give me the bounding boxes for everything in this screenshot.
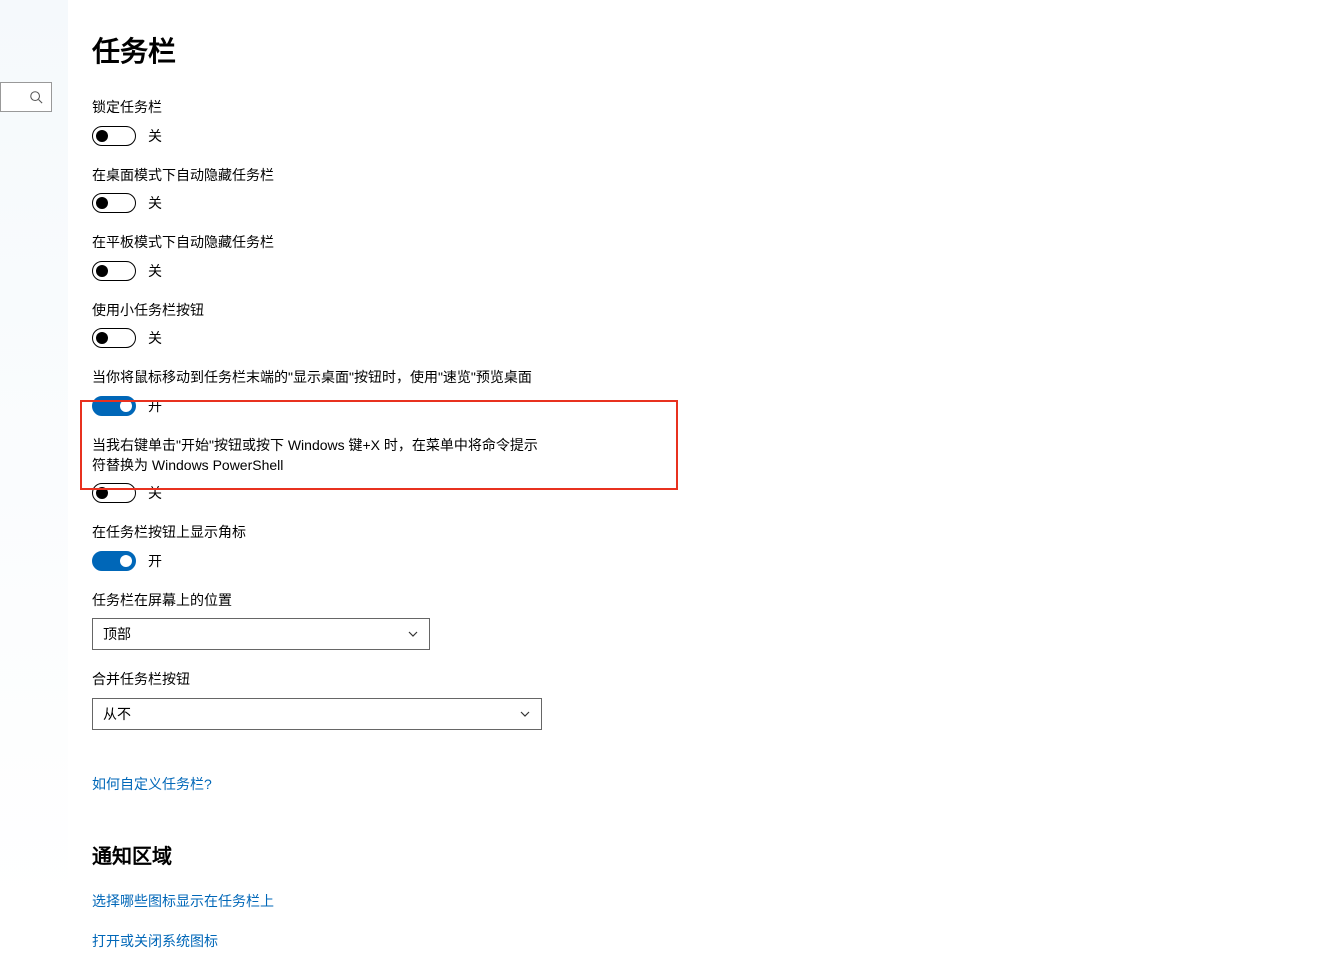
- setting-badges: 在任务栏按钮上显示角标 开: [92, 523, 792, 571]
- setting-label: 任务栏在屏幕上的位置: [92, 591, 542, 611]
- setting-autohide-tablet: 在平板模式下自动隐藏任务栏 关: [92, 233, 792, 281]
- link-customize-taskbar[interactable]: 如何自定义任务栏?: [92, 774, 212, 794]
- setting-position: 任务栏在屏幕上的位置 顶部: [92, 591, 792, 651]
- setting-label: 当你将鼠标移动到任务栏末端的"显示桌面"按钮时，使用"速览"预览桌面: [92, 368, 542, 388]
- toggle-badges[interactable]: [92, 551, 136, 571]
- select-value: 从不: [103, 704, 131, 724]
- section-heading-notification: 通知区域: [92, 840, 792, 869]
- link-system-icons[interactable]: 打开或关闭系统图标: [92, 931, 792, 951]
- settings-sidebar: [0, 0, 68, 911]
- setting-label: 使用小任务栏按钮: [92, 301, 542, 321]
- toggle-peek[interactable]: [92, 396, 136, 416]
- setting-label: 当我右键单击"开始"按钮或按下 Windows 键+X 时，在菜单中将命令提示符…: [92, 436, 542, 475]
- toggle-lock-taskbar[interactable]: [92, 126, 136, 146]
- toggle-state: 关: [148, 328, 162, 348]
- toggle-state: 开: [148, 396, 162, 416]
- toggle-state: 关: [148, 261, 162, 281]
- toggle-autohide-tablet[interactable]: [92, 261, 136, 281]
- toggle-powershell[interactable]: [92, 483, 136, 503]
- select-value: 顶部: [103, 624, 131, 644]
- page-title: 任务栏: [92, 30, 792, 70]
- main-content: 任务栏 锁定任务栏 关 在桌面模式下自动隐藏任务栏 关 在平板模式下自动隐藏任务…: [92, 30, 792, 971]
- setting-lock-taskbar: 锁定任务栏 关: [92, 98, 792, 146]
- search-icon: [29, 90, 43, 104]
- select-combine-buttons[interactable]: 从不: [92, 698, 542, 730]
- search-input[interactable]: [0, 82, 52, 112]
- setting-peek: 当你将鼠标移动到任务栏末端的"显示桌面"按钮时，使用"速览"预览桌面 开: [92, 368, 792, 416]
- toggle-state: 关: [148, 483, 162, 503]
- link-select-icons[interactable]: 选择哪些图标显示在任务栏上: [92, 891, 792, 911]
- setting-small-buttons: 使用小任务栏按钮 关: [92, 301, 792, 349]
- select-taskbar-position[interactable]: 顶部: [92, 618, 430, 650]
- setting-label: 锁定任务栏: [92, 98, 542, 118]
- toggle-state: 关: [148, 193, 162, 213]
- setting-label: 在平板模式下自动隐藏任务栏: [92, 233, 542, 253]
- setting-label: 合并任务栏按钮: [92, 670, 542, 690]
- toggle-small-buttons[interactable]: [92, 328, 136, 348]
- toggle-state: 关: [148, 126, 162, 146]
- chevron-down-icon: [407, 628, 419, 640]
- chevron-down-icon: [519, 708, 531, 720]
- setting-autohide-desktop: 在桌面模式下自动隐藏任务栏 关: [92, 166, 792, 214]
- setting-label: 在任务栏按钮上显示角标: [92, 523, 542, 543]
- setting-label: 在桌面模式下自动隐藏任务栏: [92, 166, 542, 186]
- toggle-state: 开: [148, 551, 162, 571]
- setting-powershell: 当我右键单击"开始"按钮或按下 Windows 键+X 时，在菜单中将命令提示符…: [92, 436, 792, 503]
- setting-combine: 合并任务栏按钮 从不: [92, 670, 792, 730]
- toggle-autohide-desktop[interactable]: [92, 193, 136, 213]
